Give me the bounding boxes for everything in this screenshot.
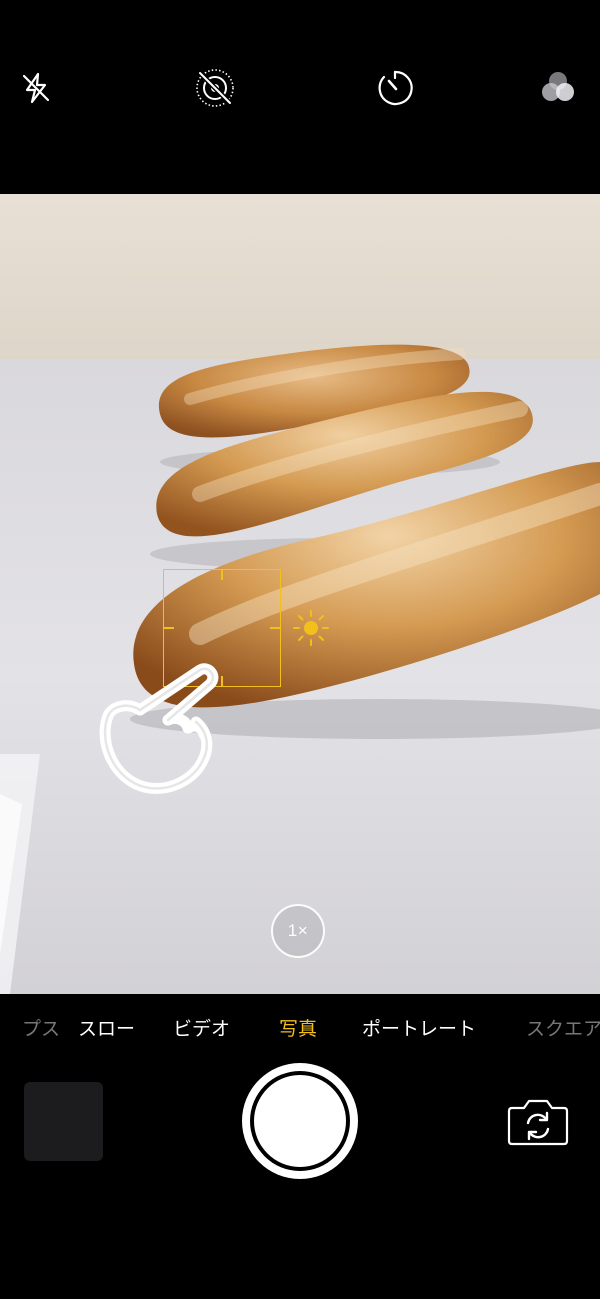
timer-icon[interactable] [375,68,415,108]
mode-timelapse[interactable]: プス [22,1014,60,1041]
flip-camera-icon[interactable] [506,1096,570,1148]
mode-photo[interactable]: 写真 [279,1014,317,1041]
camera-screen: 1× プス スロー ビデオ 写真 ポートレート スクエア [0,0,600,1299]
tap-hand-icon [99,663,219,794]
mode-selector[interactable]: プス スロー ビデオ 写真 ポートレート スクエア [0,1008,600,1044]
shutter-inner [254,1075,346,1167]
mode-slow[interactable]: スロー [78,1014,135,1041]
zoom-1x-button[interactable]: 1× [271,904,325,958]
exposure-sun-icon[interactable] [291,608,331,648]
camera-preview-image [0,194,600,994]
flash-off-icon[interactable] [16,68,56,108]
shutter-button[interactable] [242,1063,358,1179]
mode-square[interactable]: スクエア [526,1014,600,1041]
live-photo-off-icon[interactable] [195,68,235,108]
shutter-ring [250,1071,350,1171]
mode-portrait[interactable]: ポートレート [362,1014,476,1041]
zoom-label: 1× [287,921,309,940]
filters-icon[interactable] [538,68,578,108]
viewfinder[interactable]: 1× [0,194,600,994]
last-photo-thumbnail[interactable] [24,1082,103,1161]
mode-video[interactable]: ビデオ [173,1014,230,1041]
